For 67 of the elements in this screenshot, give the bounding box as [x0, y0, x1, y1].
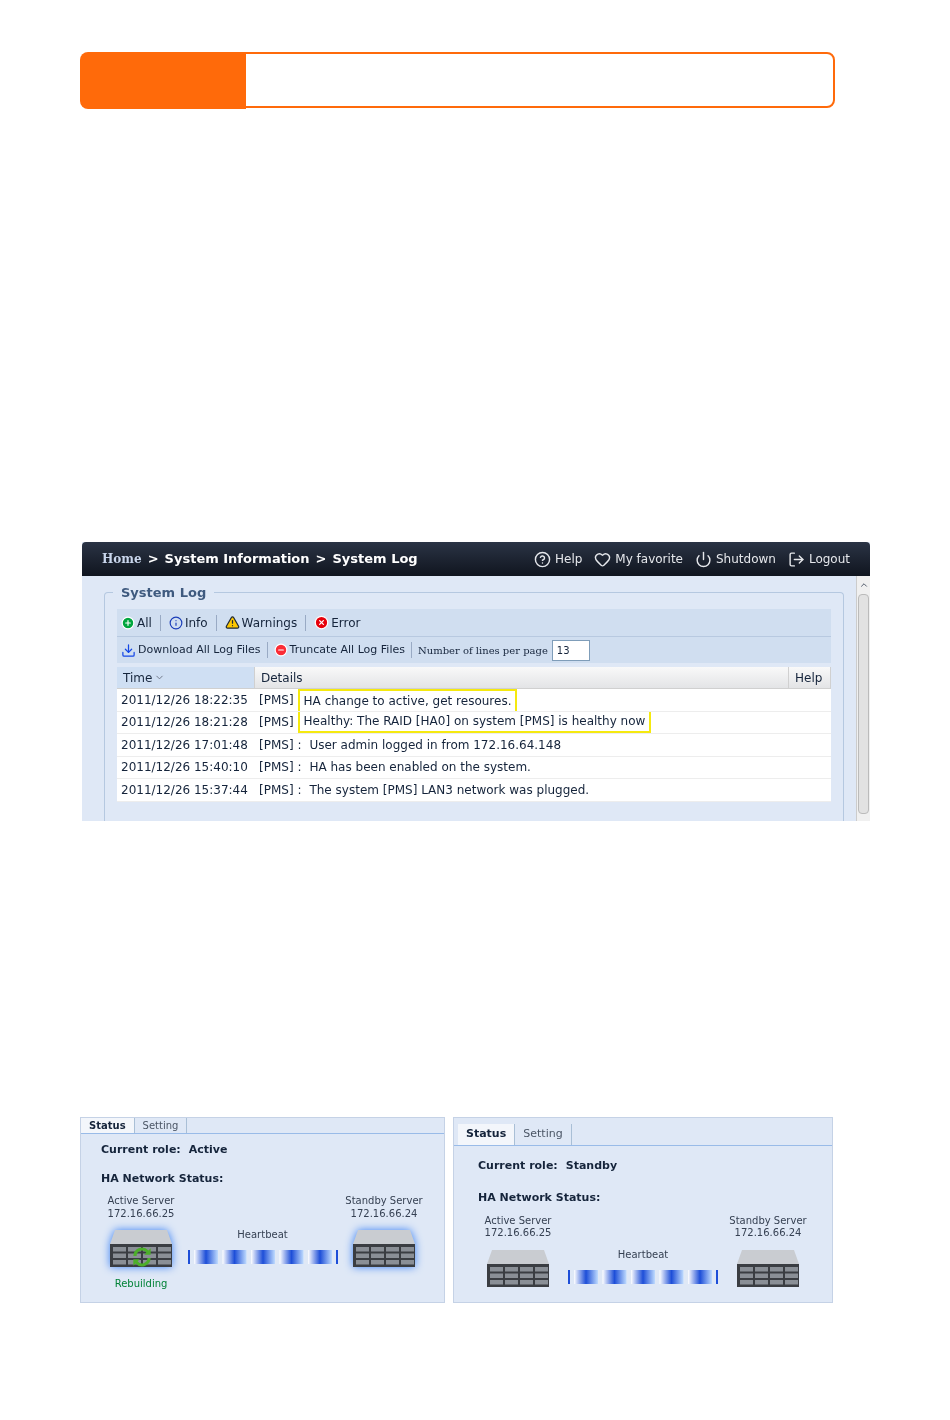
- toolbar-button[interactable]: My favorite: [594, 550, 683, 568]
- source-cell-text: [PMS] :: [258, 736, 303, 754]
- message-cell-text: User admin logged in from 172.16.64.148: [308, 736, 563, 754]
- logout-icon: [787, 550, 805, 568]
- tab[interactable]: Status: [81, 1118, 135, 1133]
- role-label: Current role:: [101, 1142, 181, 1158]
- source-cell-text: [PMS] :: [258, 781, 303, 799]
- breadcrumb-separator: >: [147, 550, 159, 569]
- message-cell-text: HA has been enabled on the system.: [308, 759, 532, 777]
- server-ip: 172.16.66.25: [107, 1207, 175, 1220]
- filter-button[interactable]: Error: [314, 613, 361, 632]
- minus-circle-icon: [273, 643, 288, 657]
- server-ip: 172.16.66.25: [484, 1227, 552, 1240]
- breadcrumb-separator: >: [315, 550, 327, 569]
- message-cell-text: The system [PMS] LAN3 network was plugged.: [308, 781, 591, 799]
- server-ip: 172.16.66.24: [734, 1227, 802, 1240]
- server-name: Active Server: [484, 1214, 552, 1227]
- source-cell-text: [PMS]: [258, 714, 295, 732]
- server-name: Standby Server: [345, 1195, 423, 1208]
- role-value: Standby: [565, 1157, 618, 1174]
- time-cell-text: 2011/12/26 15:40:10: [120, 759, 249, 777]
- server-name: Standby Server: [729, 1214, 807, 1227]
- heartbeat-label: Heartbeat: [617, 1247, 669, 1262]
- breadcrumb-item: System Log: [332, 550, 418, 569]
- action-button[interactable]: Download All Log Files: [121, 641, 261, 659]
- role-value: Active: [188, 1142, 228, 1158]
- filter-button[interactable]: Info: [168, 613, 208, 632]
- server-name: Active Server: [107, 1195, 175, 1208]
- plus-circle-icon: [121, 615, 135, 630]
- tab[interactable]: Status: [458, 1124, 516, 1145]
- column-header[interactable]: Details: [255, 667, 789, 688]
- help-icon: [533, 550, 551, 568]
- toolbar-button[interactable]: Shutdown: [695, 550, 776, 568]
- time-cell-text: 2011/12/26 18:21:28: [120, 714, 249, 732]
- message-cell: HA change to active, get resoures.: [297, 689, 518, 711]
- error-icon: [314, 615, 330, 630]
- source-cell-text: [PMS]: [258, 691, 295, 709]
- scrollbar[interactable]: [856, 576, 870, 821]
- lines-per-page-label: Number of lines per page: [417, 643, 548, 658]
- breadcrumb-link[interactable]: Home: [102, 550, 142, 568]
- time-cell-text: 2011/12/26 18:22:35: [120, 691, 249, 709]
- action-button[interactable]: Truncate All Log Files: [273, 641, 405, 659]
- network-status-label: HA Network Status:: [478, 1190, 602, 1206]
- scroll-thumb[interactable]: [858, 594, 869, 814]
- info-icon: [168, 615, 183, 630]
- server-ip: 172.16.66.24: [350, 1207, 418, 1220]
- role-label: Current role:: [478, 1157, 558, 1174]
- time-cell-text: 2011/12/26 17:01:48: [120, 736, 249, 754]
- column-header[interactable]: Help: [789, 667, 831, 688]
- toolbar-button[interactable]: Help: [533, 550, 583, 568]
- filter-button[interactable]: All: [121, 613, 152, 632]
- power-icon: [695, 550, 712, 568]
- column-header[interactable]: Time: [117, 667, 255, 688]
- scroll-up-icon[interactable]: [858, 580, 869, 590]
- lines-per-page-field[interactable]: 13: [551, 639, 590, 661]
- breadcrumb-item: System Information: [164, 550, 310, 569]
- warning-icon: [224, 615, 240, 630]
- heartbeat-label: Heartbeat: [237, 1228, 288, 1242]
- download-icon: [121, 642, 136, 658]
- message-cell: Healthy: The RAID [HA0] on system [PMS] is healthy now: [297, 711, 652, 733]
- filter-button[interactable]: Warnings: [224, 613, 298, 632]
- server-status: Rebuilding: [114, 1277, 168, 1291]
- time-cell-text: 2011/12/26 15:37:44: [120, 781, 249, 799]
- source-cell-text: [PMS] :: [258, 759, 303, 777]
- toolbar-button[interactable]: Logout: [787, 550, 850, 568]
- heart-icon: [594, 550, 612, 568]
- network-status-label: HA Network Status:: [101, 1170, 225, 1187]
